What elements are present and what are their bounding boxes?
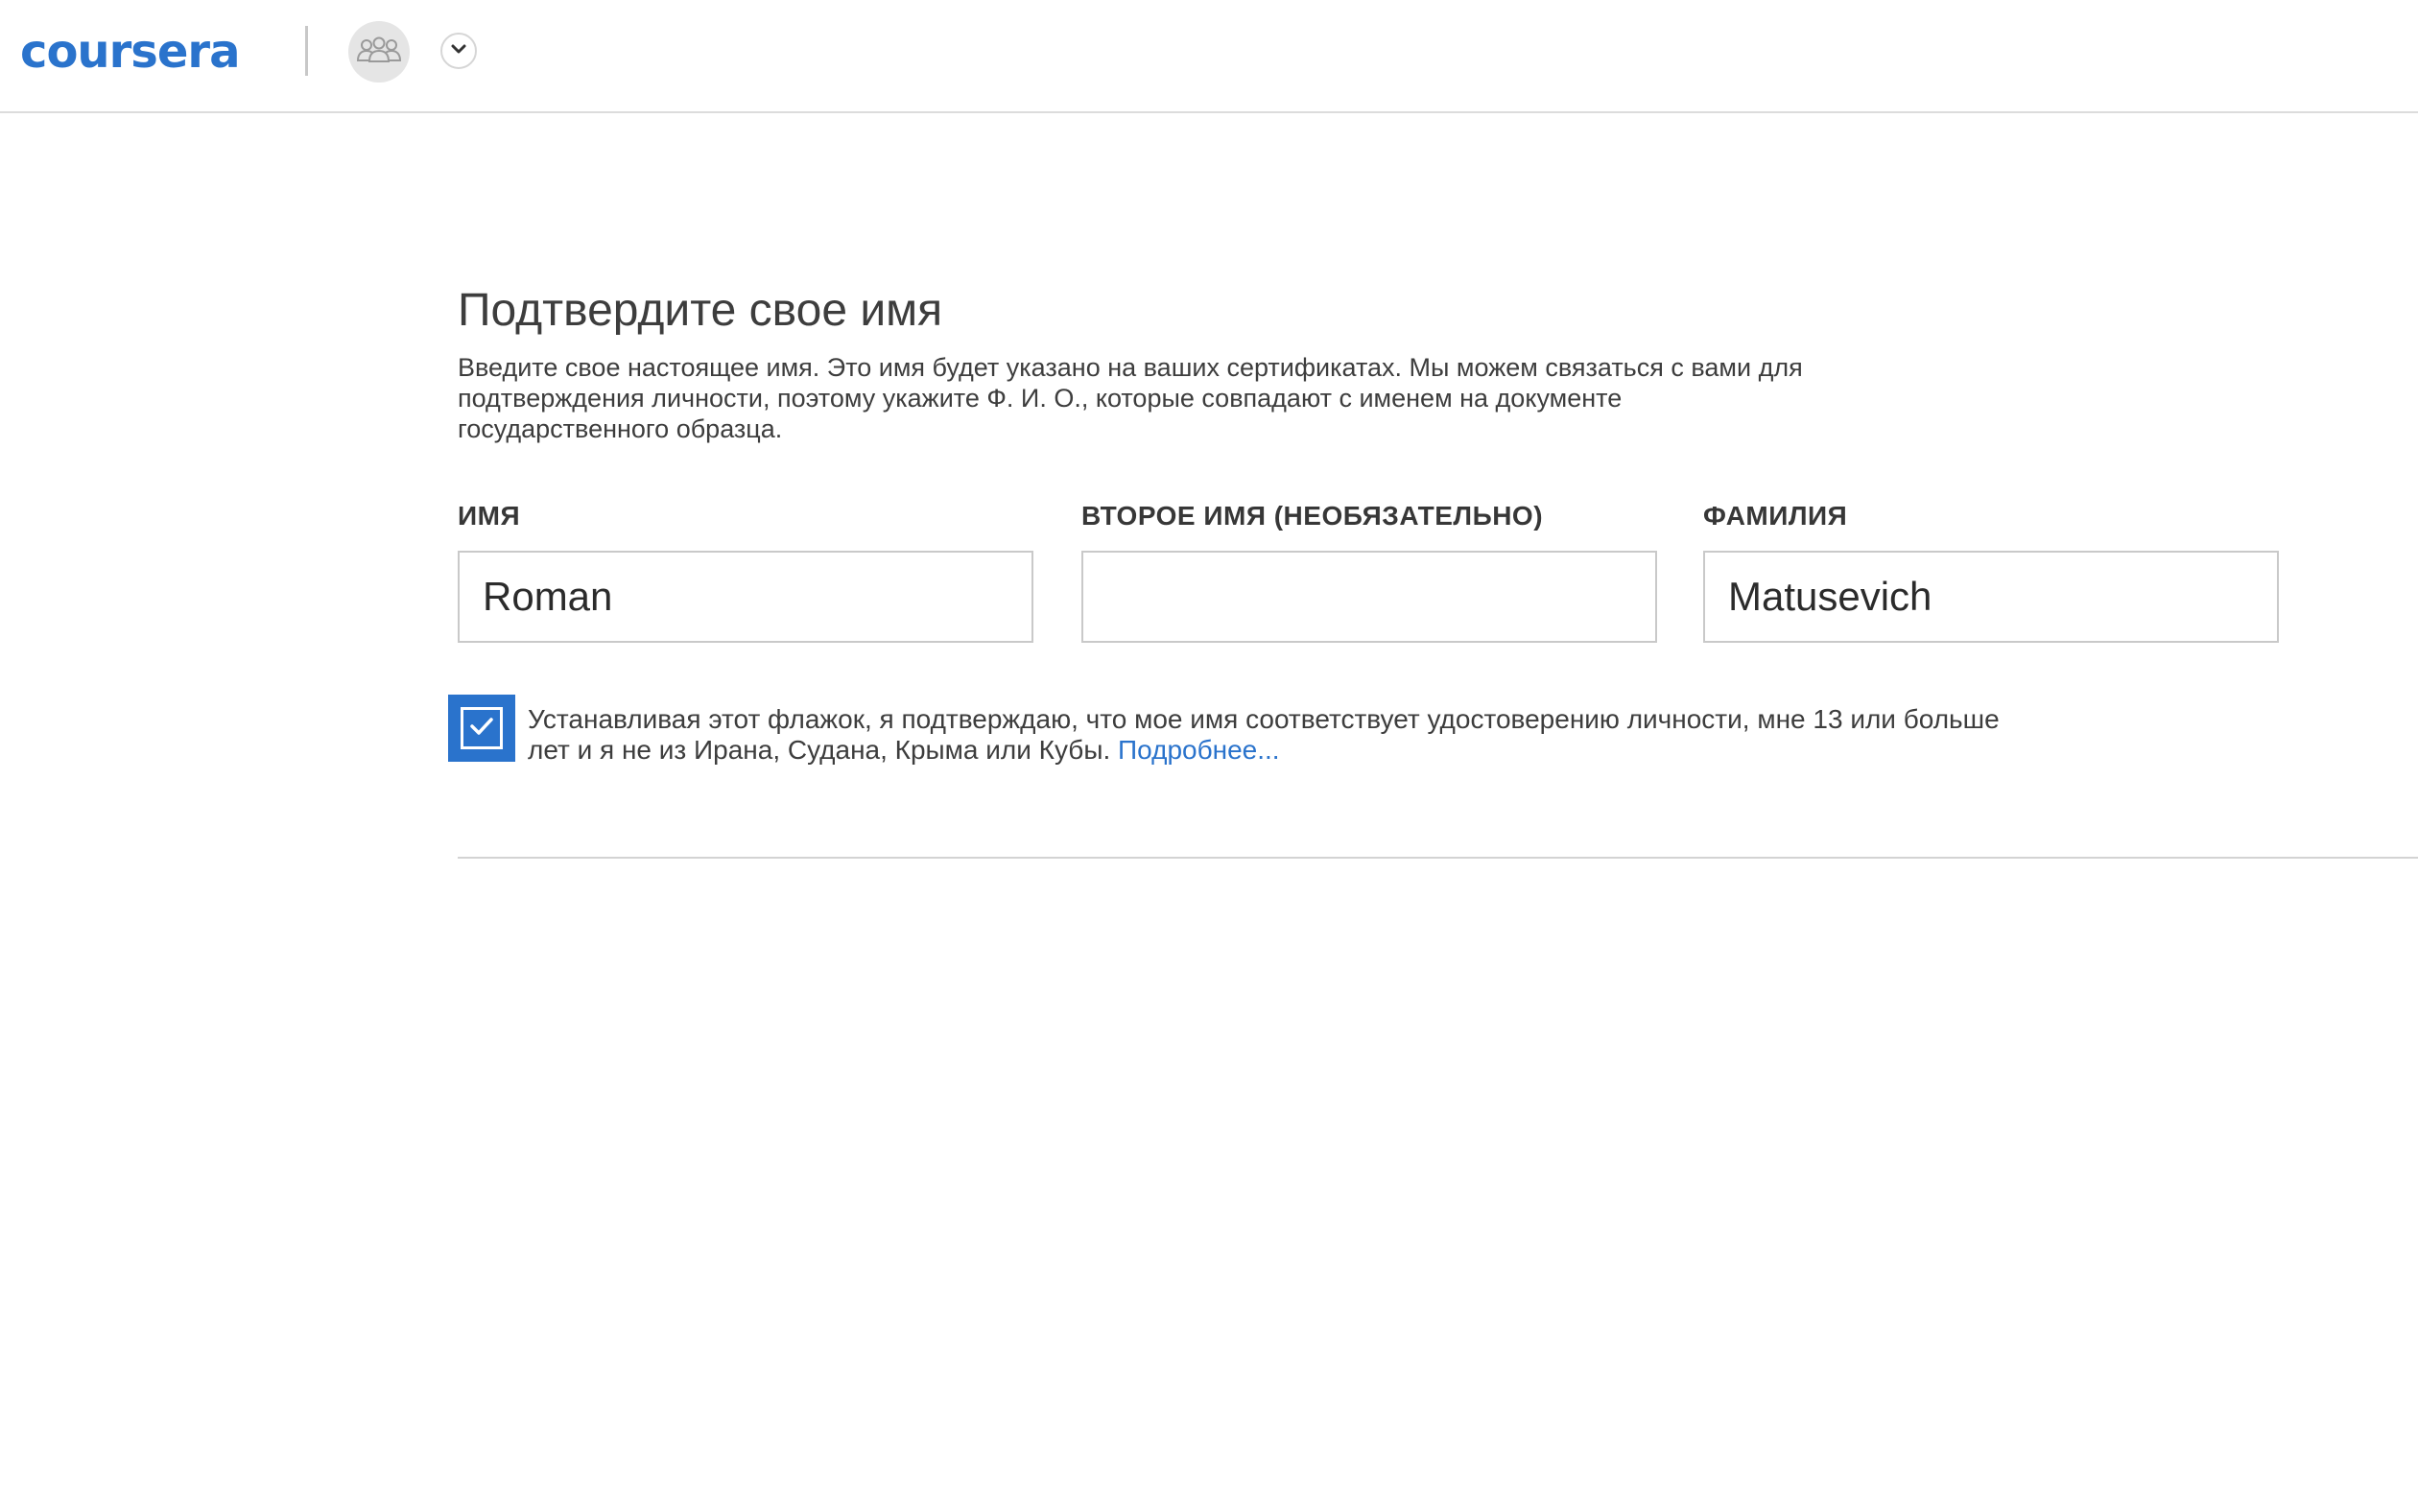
user-avatar[interactable] [348,21,410,83]
consent-checkbox[interactable] [448,695,515,762]
group-users-icon [355,35,403,70]
last-name-label: ФАМИЛИЯ [1703,501,1848,531]
intro-text: Введите свое настоящее имя. Это имя буде… [458,353,1803,443]
header-divider [305,26,308,76]
first-name-label: ИМЯ [458,501,521,531]
page-title: Подтвердите свое имя [458,285,943,336]
last-name-input[interactable] [1703,551,2279,643]
checkbox-frame [461,707,503,749]
learn-more-link[interactable]: Подробнее... [1118,735,1280,765]
checkmark-icon [469,717,494,741]
chevron-down-icon [450,42,467,59]
form-divider [458,857,2418,859]
coursera-logo[interactable]: coursera [20,21,240,83]
first-name-input[interactable] [458,551,1033,643]
account-menu-button[interactable] [440,33,477,69]
consent-text-block: Устанавливая этот флажок, я подтверждаю,… [528,704,2025,766]
middle-name-label: ВТОРОЕ ИМЯ (НЕОБЯЗАТЕЛЬНО) [1081,501,1544,531]
middle-name-input[interactable] [1081,551,1657,643]
top-navigation-bar: coursera [0,0,2418,113]
